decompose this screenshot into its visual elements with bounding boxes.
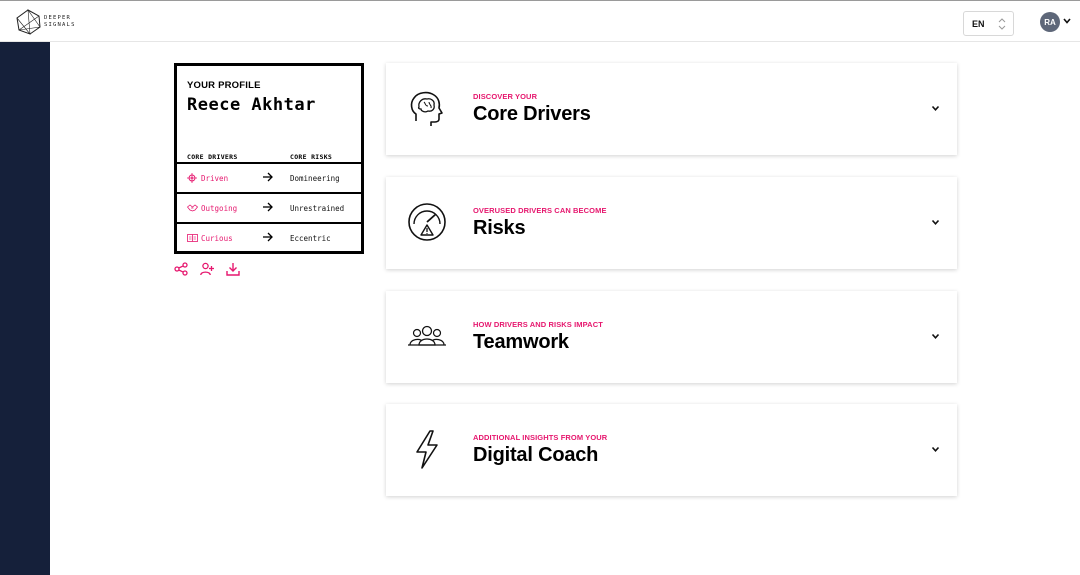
profile-card: YOUR PROFILE Reece Akhtar CORE DRIVERS C… (174, 63, 364, 254)
driver-label: Outgoing (201, 204, 238, 213)
section-kicker: OVERUSED DRIVERS CAN BECOME (473, 206, 607, 215)
arrow-right-icon (263, 172, 273, 182)
handshake-icon (187, 204, 198, 212)
profile-row-driven: Driven Domineering (174, 162, 364, 192)
profile-row-outgoing: Outgoing Unrestrained (174, 192, 364, 222)
logo-text: DEEPER SIGNALS (44, 15, 76, 28)
section-title: Teamwork (473, 331, 569, 353)
section-core-drivers[interactable]: DISCOVER YOUR Core Drivers (386, 63, 957, 155)
profile-label: YOUR PROFILE (187, 80, 261, 91)
section-title: Risks (473, 217, 526, 239)
book-icon (187, 234, 198, 242)
chevron-down-icon[interactable] (931, 333, 940, 340)
target-icon (187, 173, 197, 183)
top-bar: DEEPER SIGNALS EN RA (0, 0, 1080, 42)
risk-label: Unrestrained (290, 204, 345, 213)
language-select[interactable]: EN (963, 11, 1014, 36)
chevron-down-icon[interactable] (931, 219, 940, 226)
profile-row-curious: Curious Eccentric (174, 222, 364, 252)
risk-label: Eccentric (290, 234, 331, 243)
share-icon[interactable] (174, 262, 188, 276)
section-kicker: DISCOVER YOUR (473, 92, 538, 101)
core-risks-header: CORE RISKS (290, 153, 333, 161)
section-kicker: ADDITIONAL INSIGHTS FROM YOUR (473, 433, 608, 442)
language-value: EN (972, 19, 985, 29)
core-drivers-header: CORE DRIVERS (187, 153, 238, 161)
add-user-icon[interactable] (200, 262, 214, 276)
logo-icon (16, 9, 41, 35)
section-digital-coach[interactable]: ADDITIONAL INSIGHTS FROM YOUR Digital Co… (386, 404, 957, 496)
chevron-down-icon[interactable] (1063, 18, 1071, 24)
head-brain-icon (410, 91, 443, 126)
deeper-signals-logo[interactable]: DEEPER SIGNALS (16, 9, 76, 35)
profile-actions (174, 262, 240, 276)
arrow-right-icon (263, 202, 273, 212)
gauge-warning-icon (408, 203, 446, 241)
section-kicker: HOW DRIVERS AND RISKS IMPACT (473, 320, 603, 329)
user-avatar[interactable]: RA (1040, 12, 1060, 32)
download-icon[interactable] (226, 262, 240, 276)
select-arrows-icon (998, 18, 1006, 30)
section-teamwork[interactable]: HOW DRIVERS AND RISKS IMPACT Teamwork (386, 291, 957, 383)
profile-name: Reece Akhtar (187, 95, 316, 115)
sidebar (0, 42, 50, 575)
team-icon (408, 325, 446, 346)
chevron-down-icon[interactable] (931, 105, 940, 112)
risk-label: Domineering (290, 174, 340, 183)
chevron-down-icon[interactable] (931, 446, 940, 453)
section-risks[interactable]: OVERUSED DRIVERS CAN BECOME Risks (386, 177, 957, 269)
driver-label: Curious (201, 234, 233, 243)
arrow-right-icon (263, 232, 273, 242)
lightning-icon (416, 430, 438, 469)
driver-label: Driven (201, 174, 229, 183)
section-title: Core Drivers (473, 103, 591, 125)
section-title: Digital Coach (473, 444, 599, 466)
